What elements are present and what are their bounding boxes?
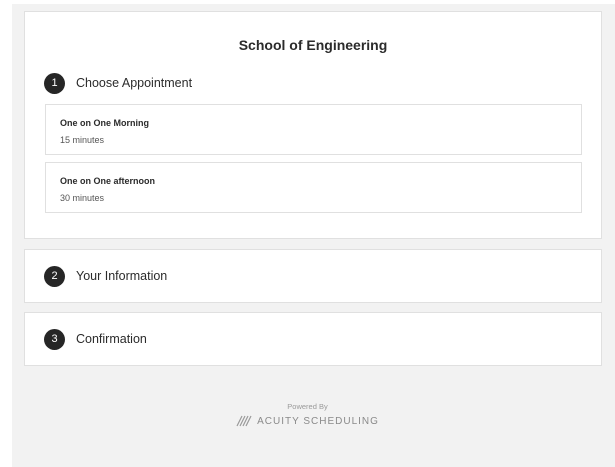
- step-your-information-card[interactable]: 2 Your Information: [24, 249, 602, 303]
- step-label: Your Information: [76, 269, 168, 283]
- appointment-type-option[interactable]: One on One afternoon 30 minutes: [45, 162, 582, 213]
- appointment-type-duration: 15 minutes: [60, 135, 105, 145]
- powered-by-footer: Powered By ACUITY SCHEDULING: [0, 402, 615, 427]
- appointment-type-duration: 30 minutes: [60, 193, 105, 203]
- appointment-type-option[interactable]: One on One Morning 15 minutes: [45, 104, 582, 155]
- brand-name: ACUITY SCHEDULING: [257, 415, 379, 427]
- acuity-logo-icon: [236, 415, 252, 427]
- step-label: Confirmation: [76, 332, 147, 346]
- step-number-badge: 1: [44, 72, 65, 94]
- step-header-confirmation: 3 Confirmation: [44, 328, 147, 350]
- step-choose-appointment-card: School of Engineering 1 Choose Appointme…: [24, 11, 602, 239]
- step-confirmation-card[interactable]: 3 Confirmation: [24, 312, 602, 366]
- appointment-type-name: One on One afternoon: [60, 176, 156, 186]
- step-number-badge: 2: [44, 265, 65, 287]
- powered-by-text: Powered By: [287, 402, 328, 411]
- step-header-choose-appointment: 1 Choose Appointment: [44, 72, 192, 94]
- business-title: School of Engineering: [238, 37, 388, 53]
- step-number-badge: 3: [44, 328, 65, 350]
- appointment-type-name: One on One Morning: [60, 118, 149, 128]
- step-label: Choose Appointment: [76, 76, 193, 90]
- step-header-your-information: 2 Your Information: [44, 265, 167, 287]
- brand-link[interactable]: ACUITY SCHEDULING: [0, 415, 615, 427]
